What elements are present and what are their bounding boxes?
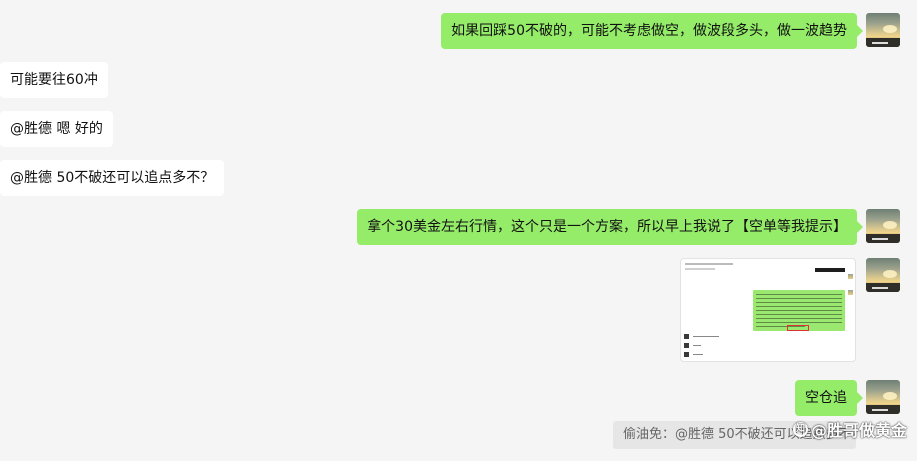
incoming-message-bubble[interactable]: @胜德 嗯 好的 (0, 111, 113, 147)
self-avatar[interactable] (866, 380, 900, 414)
incoming-message-bubble[interactable]: @胜德 50不破还可以追点多不？ (0, 160, 225, 196)
thumb-avatar (684, 334, 689, 339)
thumb-avatar (848, 274, 853, 279)
zhihu-logo-icon: 知 (792, 421, 808, 437)
thumb-text-line (693, 336, 719, 337)
chat-panel: 如果回踩50不破的，可能不考虑做空，做波段多头，做一波趋势 可能要往60冲 @胜… (0, 0, 917, 461)
self-avatar[interactable] (866, 258, 900, 292)
thumb-red-highlight (787, 325, 809, 331)
thumb-text-line (693, 345, 701, 346)
thumb-avatar (848, 290, 853, 295)
outgoing-message-bubble[interactable]: 拿个30美金左右行情，这个只是一个方案，所以早上我说了【空单等我提示】 (357, 209, 863, 245)
watermark: 知 @胜哥做黄金 (792, 417, 907, 441)
thumb-avatar (684, 352, 689, 357)
thumb-dark-bar (815, 268, 845, 272)
thumb-avatar (684, 343, 689, 348)
screenshot-image-message[interactable] (680, 258, 856, 362)
self-avatar[interactable] (866, 13, 900, 47)
outgoing-message-bubble[interactable]: 空仓追 (795, 380, 863, 416)
thumb-title-line (685, 263, 733, 265)
self-avatar[interactable] (866, 209, 900, 243)
thumb-subtitle-line (685, 268, 715, 270)
outgoing-message-bubble[interactable]: 如果回踩50不破的，可能不考虑做空，做波段多头，做一波趋势 (441, 13, 863, 49)
watermark-text: @胜哥做黄金 (810, 421, 907, 440)
incoming-message-bubble[interactable]: 可能要往60冲 (0, 62, 108, 98)
thumb-text-line (693, 354, 703, 355)
